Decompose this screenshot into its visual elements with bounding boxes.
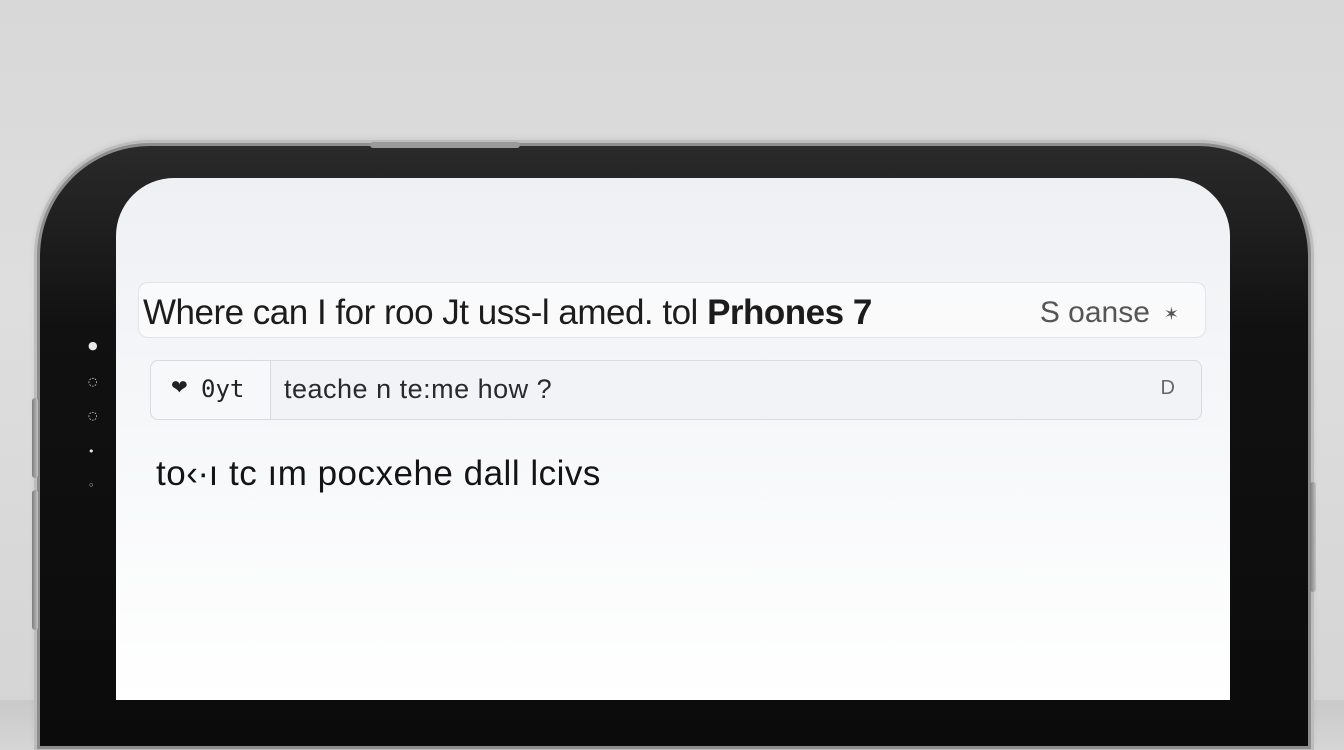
phone-frame: ● ◌ ◌ • ◦ Where can I for roo Jt uss-l a… [32,142,1316,746]
phone-screen: Where can I for roo Jt uss-l amed. tol P… [116,178,1230,700]
filter-input[interactable]: teache n te:me how ? [284,374,552,405]
result-text: to‹∙ı tc ım pocxehe dall lcivs [156,454,601,493]
mic-icon[interactable]: D [1161,377,1175,400]
chip-label: 0yt [201,375,245,403]
search-button-label: S oanse [1039,296,1150,329]
sensor-dot: ◦ [88,479,95,492]
volume-button [32,398,38,478]
heart-icon: ❤ [171,377,188,399]
phone-top-edge [370,142,520,148]
sensor-dot: ● [88,339,98,352]
sensor-dot: ◌ [88,409,98,422]
search-input[interactable]: Where can I for roo Jt uss-l amed. tol P… [143,293,872,333]
query-text: Where can I for roo Jt uss-l amed. tol [143,293,708,332]
filter-bar[interactable]: ❤ 0yt teache n te:me how ? D [150,360,1202,420]
sensor-dot: ◌ [88,375,98,388]
filter-chip[interactable]: ❤ 0yt [151,361,271,419]
search-bar[interactable]: Where can I for roo Jt uss-l amed. tol P… [138,282,1206,338]
sensor-dot: • [88,445,95,458]
search-button[interactable]: S oanse ✶ [1040,296,1179,330]
sparkle-icon: ✶ [1163,303,1179,324]
side-button [32,560,38,630]
volume-button [32,490,38,570]
query-highlight: Prhones 7 [707,293,872,332]
power-button [1310,482,1316,592]
